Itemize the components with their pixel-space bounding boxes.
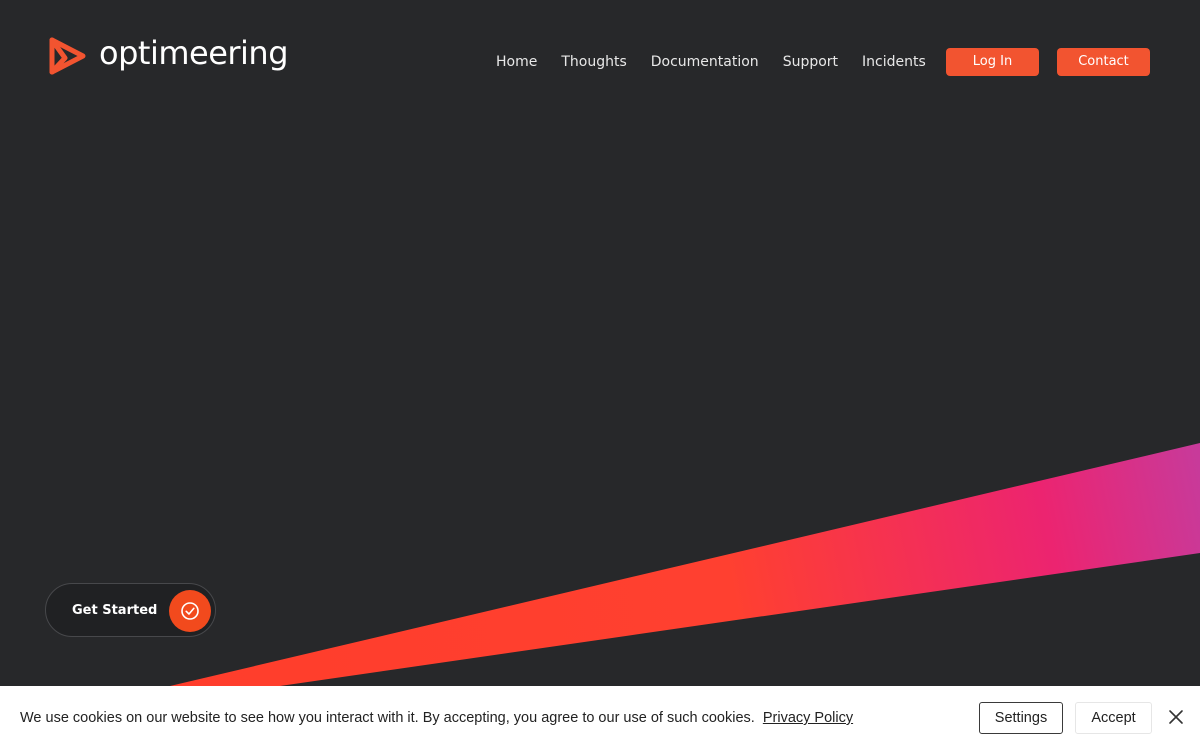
cookie-message-line: We use cookies on our website to see how… bbox=[20, 708, 853, 728]
nav-item-home[interactable]: Home bbox=[496, 52, 537, 72]
nav-item-support[interactable]: Support bbox=[783, 52, 838, 72]
close-icon[interactable] bbox=[1166, 707, 1186, 727]
main-nav: Home Thoughts Documentation Support Inci… bbox=[496, 52, 950, 72]
nav-item-documentation[interactable]: Documentation bbox=[651, 52, 759, 72]
cookie-message: We use cookies on our website to see how… bbox=[20, 710, 755, 726]
cookie-accept-button[interactable]: Accept bbox=[1075, 702, 1152, 734]
check-circle-icon bbox=[181, 602, 199, 620]
contact-button[interactable]: Contact bbox=[1057, 48, 1150, 76]
cookie-settings-button[interactable]: Settings bbox=[979, 702, 1063, 734]
cookie-banner: We use cookies on our website to see how… bbox=[0, 686, 1200, 750]
hero-gradient-beam bbox=[170, 443, 1200, 686]
get-started-icon-circle bbox=[169, 590, 211, 632]
page: optimeering Home Thoughts Documentation … bbox=[0, 0, 1200, 750]
get-started-label: Get Started bbox=[72, 603, 158, 618]
login-button[interactable]: Log In bbox=[946, 48, 1039, 76]
get-started-button[interactable]: Get Started bbox=[45, 583, 216, 637]
privacy-policy-link[interactable]: Privacy Policy bbox=[763, 710, 853, 726]
brand-name: optimeering bbox=[99, 34, 289, 72]
nav-item-incidents[interactable]: Incidents bbox=[862, 52, 926, 72]
play-triangle-logo-icon bbox=[49, 37, 86, 75]
brand-logo[interactable]: optimeering bbox=[45, 34, 289, 78]
nav-item-thoughts[interactable]: Thoughts bbox=[561, 52, 626, 72]
